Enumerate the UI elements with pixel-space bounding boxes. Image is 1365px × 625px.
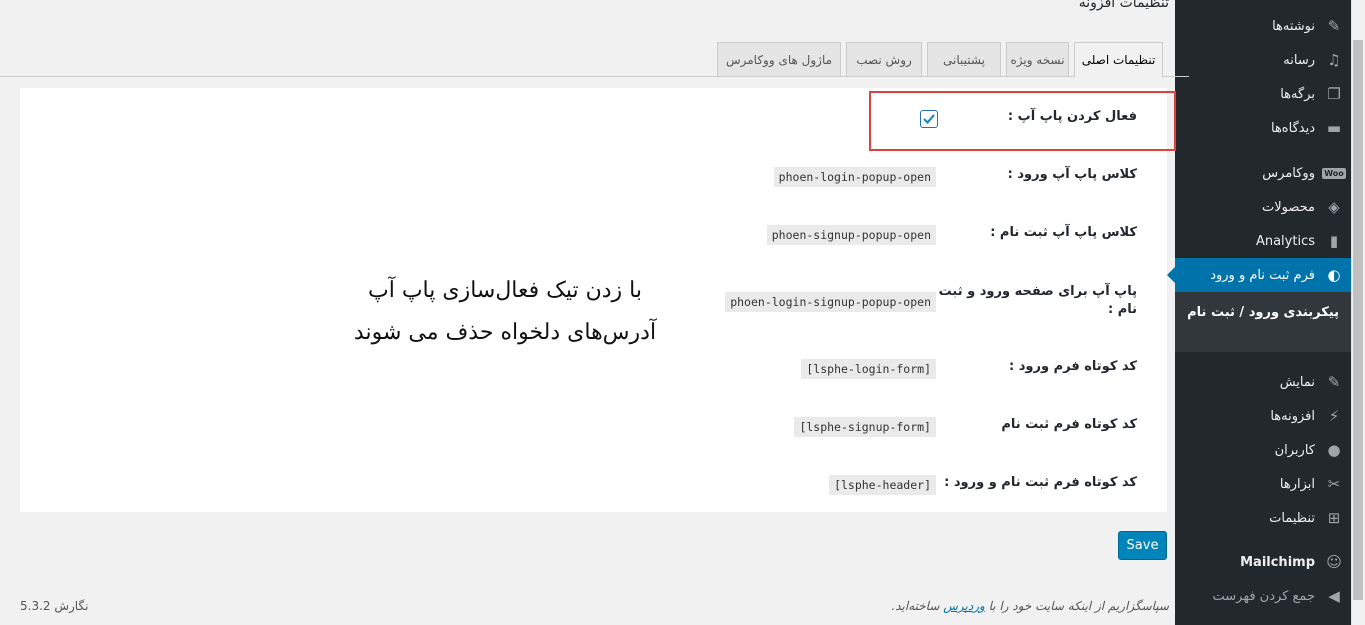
sidebar-item-woocommerce[interactable]: Woo ووکامرس xyxy=(1175,156,1351,190)
plugins-icon: ⚡ xyxy=(1328,407,1340,425)
sidebar-item-tools[interactable]: ✂ ابزارها xyxy=(1175,467,1351,501)
sidebar-item-label: افزونه‌ها xyxy=(1270,408,1315,424)
admin-sidebar: ✎ نوشته‌ها ♫ رسانه ❐ برگه‌ها ▬ دیدگاه‌ها… xyxy=(1167,0,1351,625)
tab-main-settings[interactable]: تنظیمات اصلی xyxy=(1074,42,1163,78)
annotation-line-2: آدرس‌های دلخواه حذف می شوند xyxy=(353,320,657,345)
sidebar-item-label: نوشته‌ها xyxy=(1272,18,1315,34)
signup-shortcode-label: کد کوتاه فرم ثبت نام xyxy=(1001,417,1137,432)
login-shortcode-value: [lsphe-login-form] xyxy=(801,359,936,379)
comments-icon: ▬ xyxy=(1326,119,1342,137)
collapse-icon: ◀ xyxy=(1328,587,1340,605)
sidebar-item-label: محصولات xyxy=(1262,199,1315,215)
enable-popup-checkbox[interactable] xyxy=(920,110,938,128)
settings-icon: ⊞ xyxy=(1327,509,1341,527)
sidebar-item-label: نمایش xyxy=(1279,374,1315,390)
sidebar-item-products[interactable]: ◈ محصولات xyxy=(1175,190,1351,224)
page-title: تنظیمات افزونه xyxy=(1078,0,1169,11)
sidebar-item-label: ابزارها xyxy=(1279,476,1315,492)
tab-premium[interactable]: نسخه ویژه xyxy=(1006,42,1069,77)
sidebar-item-media[interactable]: ♫ رسانه xyxy=(1175,43,1351,77)
sidebar-item-label: کاربران xyxy=(1274,442,1315,458)
media-icon: ♫ xyxy=(1327,51,1341,69)
header-shortcode-value: [lsphe-header] xyxy=(829,475,936,495)
sidebar-item-comments[interactable]: ▬ دیدگاه‌ها xyxy=(1175,111,1351,145)
login-class-label: کلاس پاپ آپ ورود : xyxy=(1007,167,1137,182)
signup-shortcode-value: [lsphe-signup-form] xyxy=(794,417,936,437)
pages-icon: ❐ xyxy=(1327,85,1341,103)
products-icon: ◈ xyxy=(1328,198,1340,216)
pin-icon: ✎ xyxy=(1327,17,1341,35)
sidebar-item-appearance[interactable]: ✎ نمایش xyxy=(1175,365,1351,399)
sidebar-item-settings[interactable]: ⊞ تنظیمات xyxy=(1175,501,1351,535)
sidebar-item-pages[interactable]: ❐ برگه‌ها xyxy=(1175,77,1351,111)
sidebar-submenu-login-config[interactable]: پیکربندی ورود / ثبت نام xyxy=(1175,292,1351,352)
sidebar-item-analytics[interactable]: ▮ Analytics xyxy=(1175,224,1351,258)
mailchimp-icon: ☺ xyxy=(1326,553,1342,571)
sidebar-item-label: جمع کردن فهرست xyxy=(1212,588,1315,604)
label-line-1: پاپ آپ برای صفحه ورود و ثبت xyxy=(938,284,1137,299)
sidebar-item-plugins[interactable]: ⚡ افزونه‌ها xyxy=(1175,399,1351,433)
save-button[interactable]: Save xyxy=(1118,531,1167,560)
signup-class-value: phoen-signup-popup-open xyxy=(766,225,936,245)
submenu-label: پیکربندی ورود / ثبت نام xyxy=(1187,305,1339,320)
footer-thanks: سپاسگزاریم از اینکه سایت خود را با وردپر… xyxy=(891,599,1169,613)
annotation-line-1: با زدن تیک فعال‌سازی پاپ آپ xyxy=(368,278,642,303)
login-signup-class-value: phoen-login-signup-popup-open xyxy=(725,292,936,312)
woo-badge: Woo xyxy=(1322,167,1346,179)
tab-woocommerce-modules[interactable]: ماژول های ووکامرس xyxy=(717,42,841,77)
tab-install-method[interactable]: روش نصب xyxy=(846,42,922,77)
footer-thanks-suffix: ساخته‌اید. xyxy=(891,599,940,613)
label-line-2: نام : xyxy=(1107,302,1137,317)
login-class-value: phoen-login-popup-open xyxy=(773,167,936,187)
sidebar-item-label: برگه‌ها xyxy=(1280,86,1315,102)
scrollbar-thumb[interactable] xyxy=(1353,40,1363,600)
wordpress-link[interactable]: وردپرس xyxy=(943,599,985,613)
sidebar-item-label: دیدگاه‌ها xyxy=(1270,120,1315,136)
checkmark-icon xyxy=(923,114,935,125)
page-scrollbar[interactable] xyxy=(1351,0,1365,625)
sidebar-item-label: فرم ثبت نام و ورود xyxy=(1210,267,1315,283)
sidebar-item-mailchimp[interactable]: ☺ Mailchimp xyxy=(1175,545,1351,579)
sidebar-item-label: Analytics xyxy=(1255,233,1315,249)
sidebar-item-posts[interactable]: ✎ نوشته‌ها xyxy=(1175,9,1351,43)
tools-icon: ✂ xyxy=(1327,475,1341,493)
users-icon: ● xyxy=(1327,441,1341,459)
sidebar-item-label: رسانه xyxy=(1283,52,1315,68)
sidebar-item-label: ووکامرس xyxy=(1262,165,1315,181)
login-shortcode-label: کد کوتاه فرم ورود : xyxy=(1009,359,1137,374)
form-icon: ◐ xyxy=(1327,266,1341,284)
sidebar-item-label: تنظیمات xyxy=(1269,510,1315,526)
login-signup-class-label: پاپ آپ برای صفحه ورود و ثبت نام : xyxy=(927,283,1137,319)
footer-version: نگارش 5.3.2 xyxy=(20,599,89,613)
annotation-text: با زدن تیک فعال‌سازی پاپ آپ آدرس‌های دلخ… xyxy=(330,270,680,354)
sidebar-collapse-menu[interactable]: ◀ جمع کردن فهرست xyxy=(1175,579,1351,613)
analytics-icon: ▮ xyxy=(1329,232,1339,250)
sidebar-item-login-form[interactable]: ◐ فرم ثبت نام و ورود xyxy=(1167,258,1351,292)
header-shortcode-label: کد کوتاه فرم ثبت نام و ورود : xyxy=(944,475,1137,490)
sidebar-item-users[interactable]: ● کاربران xyxy=(1175,433,1351,467)
woo-icon: Woo xyxy=(1317,156,1351,190)
sidebar-item-label: Mailchimp xyxy=(1240,554,1315,570)
tab-support[interactable]: پشتیبانی xyxy=(927,42,1001,77)
highlight-box xyxy=(869,91,1176,151)
footer-thanks-text: سپاسگزاریم از اینکه سایت خود را با xyxy=(988,599,1169,613)
appearance-icon: ✎ xyxy=(1327,373,1341,391)
signup-class-label: کلاس پاپ آپ ثبت نام : xyxy=(990,225,1137,240)
